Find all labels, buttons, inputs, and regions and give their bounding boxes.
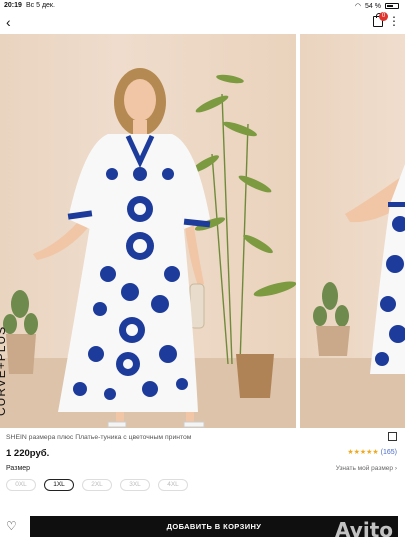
- add-to-cart-button[interactable]: ДОБАВИТЬ В КОРЗИНУ: [30, 516, 398, 537]
- status-date: Вс 5 дек.: [26, 2, 55, 9]
- product-image-gallery[interactable]: CURVE+PLUS: [0, 34, 405, 428]
- size-options: 0XL 1XL 2XL 3XL 4XL: [6, 479, 188, 491]
- product-image-next[interactable]: [300, 34, 405, 428]
- wifi-icon: ◠: [354, 3, 362, 10]
- product-image-main[interactable]: CURVE+PLUS: [0, 34, 296, 428]
- more-menu-icon[interactable]: ⋮: [388, 14, 400, 28]
- back-chevron-icon[interactable]: ‹: [6, 14, 11, 30]
- size-chip-4xl[interactable]: 4XL: [158, 479, 188, 491]
- battery-text: 54 %: [365, 2, 381, 10]
- size-chip-0xl[interactable]: 0XL: [6, 479, 36, 491]
- model-in-dress-illustration: [3, 68, 296, 428]
- battery-icon: [385, 3, 399, 9]
- rating[interactable]: ★★★★★ (165): [347, 448, 397, 456]
- cart-count-badge: 0: [379, 12, 388, 21]
- product-title: SHEIN размера плюс Платье-туника с цвето…: [6, 434, 192, 441]
- wishlist-heart-icon[interactable]: ♡: [6, 519, 17, 533]
- model-partial-illustration: [313, 164, 405, 374]
- product-price: 1 220руб.: [6, 448, 50, 459]
- status-time: 20:19: [4, 2, 22, 9]
- size-guide-link[interactable]: Узнать мой размер ›: [336, 465, 397, 472]
- size-chip-2xl[interactable]: 2XL: [82, 479, 112, 491]
- status-bar: 20:19 Вс 5 дек. ◠ 54 %: [0, 0, 405, 12]
- share-icon[interactable]: [388, 432, 397, 441]
- size-chip-3xl[interactable]: 3XL: [120, 479, 150, 491]
- rating-stars: ★★★★★: [347, 449, 379, 456]
- status-indicators: ◠ 54 %: [355, 2, 399, 10]
- top-nav: ‹ 0 ⋮: [0, 12, 405, 32]
- review-count: (165): [380, 449, 397, 456]
- curve-plus-label: CURVE+PLUS: [0, 325, 8, 416]
- size-chip-1xl[interactable]: 1XL: [44, 479, 74, 491]
- size-label: Размер: [6, 465, 31, 472]
- bottom-bar: ♡ ДОБАВИТЬ В КОРЗИНУ Avito: [0, 514, 405, 540]
